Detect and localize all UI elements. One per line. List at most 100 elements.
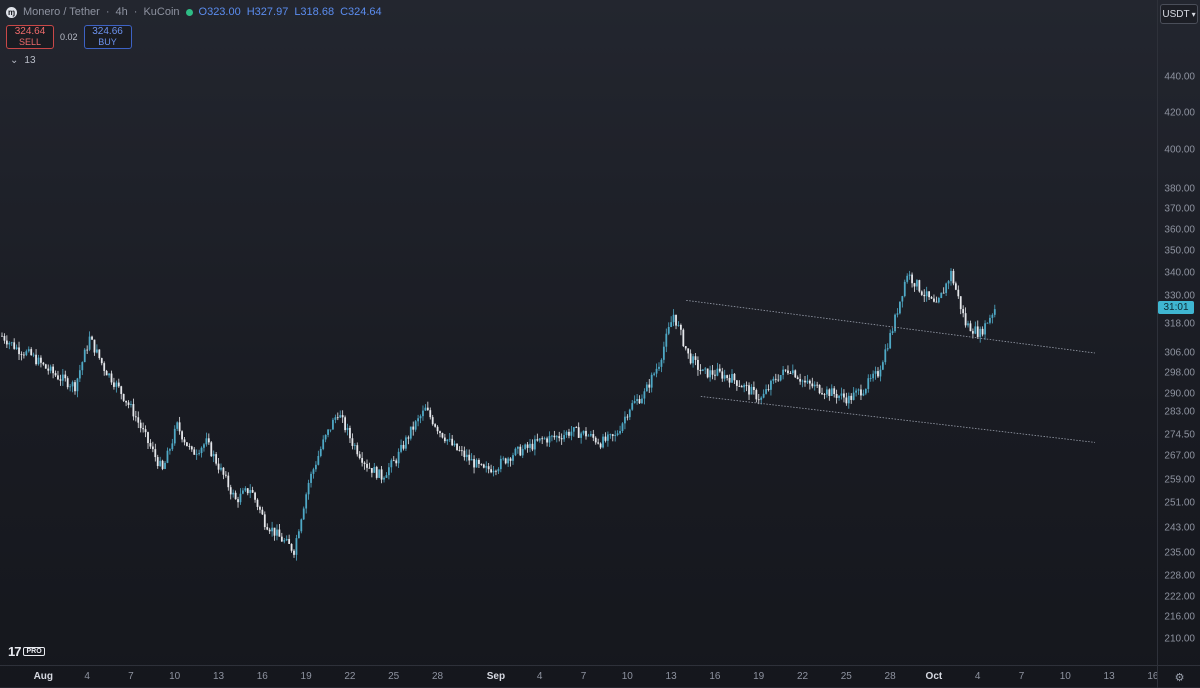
candle (592, 429, 595, 442)
candle-body (246, 488, 249, 494)
candle-body (392, 460, 395, 462)
candle-body (762, 393, 765, 398)
candle-body (894, 314, 896, 332)
candle (44, 363, 47, 369)
candle-body (310, 473, 312, 483)
candle-body (585, 430, 587, 437)
candle (251, 486, 254, 493)
candle-body (867, 378, 870, 389)
candle-body (293, 550, 295, 555)
candle-body (962, 309, 965, 314)
candle (857, 388, 860, 395)
candle (280, 532, 283, 542)
chart-plot-area[interactable] (0, 0, 1157, 665)
currency-selector[interactable]: USDT ▾ (1160, 4, 1198, 24)
candle (862, 389, 865, 397)
candle-body (597, 442, 600, 444)
candle (312, 467, 315, 479)
candle-body (181, 431, 183, 440)
candle-body (704, 368, 707, 370)
candle-body (945, 283, 948, 293)
time-tick-label: 25 (840, 671, 852, 682)
candle (446, 439, 449, 445)
settings-icon[interactable]: ⚙ (1157, 665, 1200, 688)
time-axis[interactable]: Aug 4 7 10 13 16 19 22 25 28 Sep 4 7 10 13 16 19 22 25 28 Oc… (0, 665, 1158, 688)
candle-body (947, 281, 950, 284)
time-tick-label: 4 (536, 671, 543, 682)
candle-body (667, 326, 670, 334)
price-tick-label: 318.00 (1164, 318, 1195, 330)
candle (604, 432, 607, 443)
candle-body (587, 435, 590, 437)
candle (680, 323, 682, 336)
candle-body (98, 349, 101, 359)
candle (315, 461, 317, 472)
candle (813, 381, 816, 391)
candle (804, 376, 806, 387)
candle (716, 362, 719, 377)
candle (210, 441, 213, 457)
candle (353, 443, 356, 450)
candle (923, 289, 926, 303)
chevron-down-icon: ▾ (1191, 9, 1196, 19)
indicators-toggle[interactable]: ⌄ 13 (10, 55, 36, 66)
time-tick-label: 22 (344, 671, 356, 682)
interval-label[interactable]: 4h (116, 6, 128, 18)
candle-body (83, 349, 86, 363)
candle-body (436, 426, 439, 432)
tradingview-logo[interactable]: 17 PRO (8, 644, 45, 659)
candle (709, 365, 711, 382)
candle (799, 373, 802, 385)
candle-body (390, 460, 393, 468)
candle (164, 460, 166, 470)
candle-body (925, 291, 928, 297)
candle-body (599, 443, 602, 448)
channel-lower-line[interactable] (700, 396, 1096, 443)
candle (310, 471, 312, 488)
candle-body (220, 467, 222, 470)
candle (156, 454, 159, 469)
candle-body (687, 348, 690, 354)
candle-body (108, 373, 110, 376)
candle-body (322, 439, 325, 449)
candle (536, 433, 539, 442)
symbol-name[interactable]: Monero / Tether (23, 6, 100, 18)
candle-body (589, 434, 592, 436)
candle-body (714, 374, 716, 376)
candle (599, 442, 602, 450)
buy-button[interactable]: 324.66 BUY (83, 25, 132, 49)
sell-button[interactable]: 324.64 SELL (6, 25, 54, 49)
candle (529, 438, 531, 453)
candle-body (261, 509, 264, 515)
candle (507, 456, 510, 467)
candle (721, 367, 724, 382)
candle (154, 443, 157, 462)
candle-body (628, 409, 631, 418)
symbol-header[interactable]: ɱ Monero / Tether · 4h · KuCoin O323.00 … (6, 6, 382, 18)
candle-body (884, 349, 887, 363)
candle (1, 332, 3, 337)
candle-body (1, 335, 3, 337)
candle (480, 463, 483, 466)
candle (801, 379, 804, 388)
candle-body (877, 371, 879, 377)
candle-body (645, 384, 648, 392)
time-tick-label: Aug (33, 671, 54, 682)
candle-body (32, 354, 35, 356)
candle-body (619, 431, 621, 434)
candle (130, 400, 132, 408)
candle (478, 458, 480, 468)
candle (127, 400, 130, 409)
candle-body (74, 382, 76, 392)
candle-body (271, 527, 273, 532)
candle-body (750, 386, 753, 395)
candle (913, 282, 916, 292)
candle (684, 346, 687, 351)
candle-body (15, 347, 18, 349)
candle (538, 438, 541, 443)
price-axis[interactable]: 440.00 420.00 400.00 380.00 370.00 360.00 350.… (1157, 0, 1200, 665)
candlestick-chart[interactable] (0, 0, 1157, 665)
candle-body (200, 447, 203, 454)
candle (40, 355, 42, 368)
candle-body (794, 370, 797, 378)
